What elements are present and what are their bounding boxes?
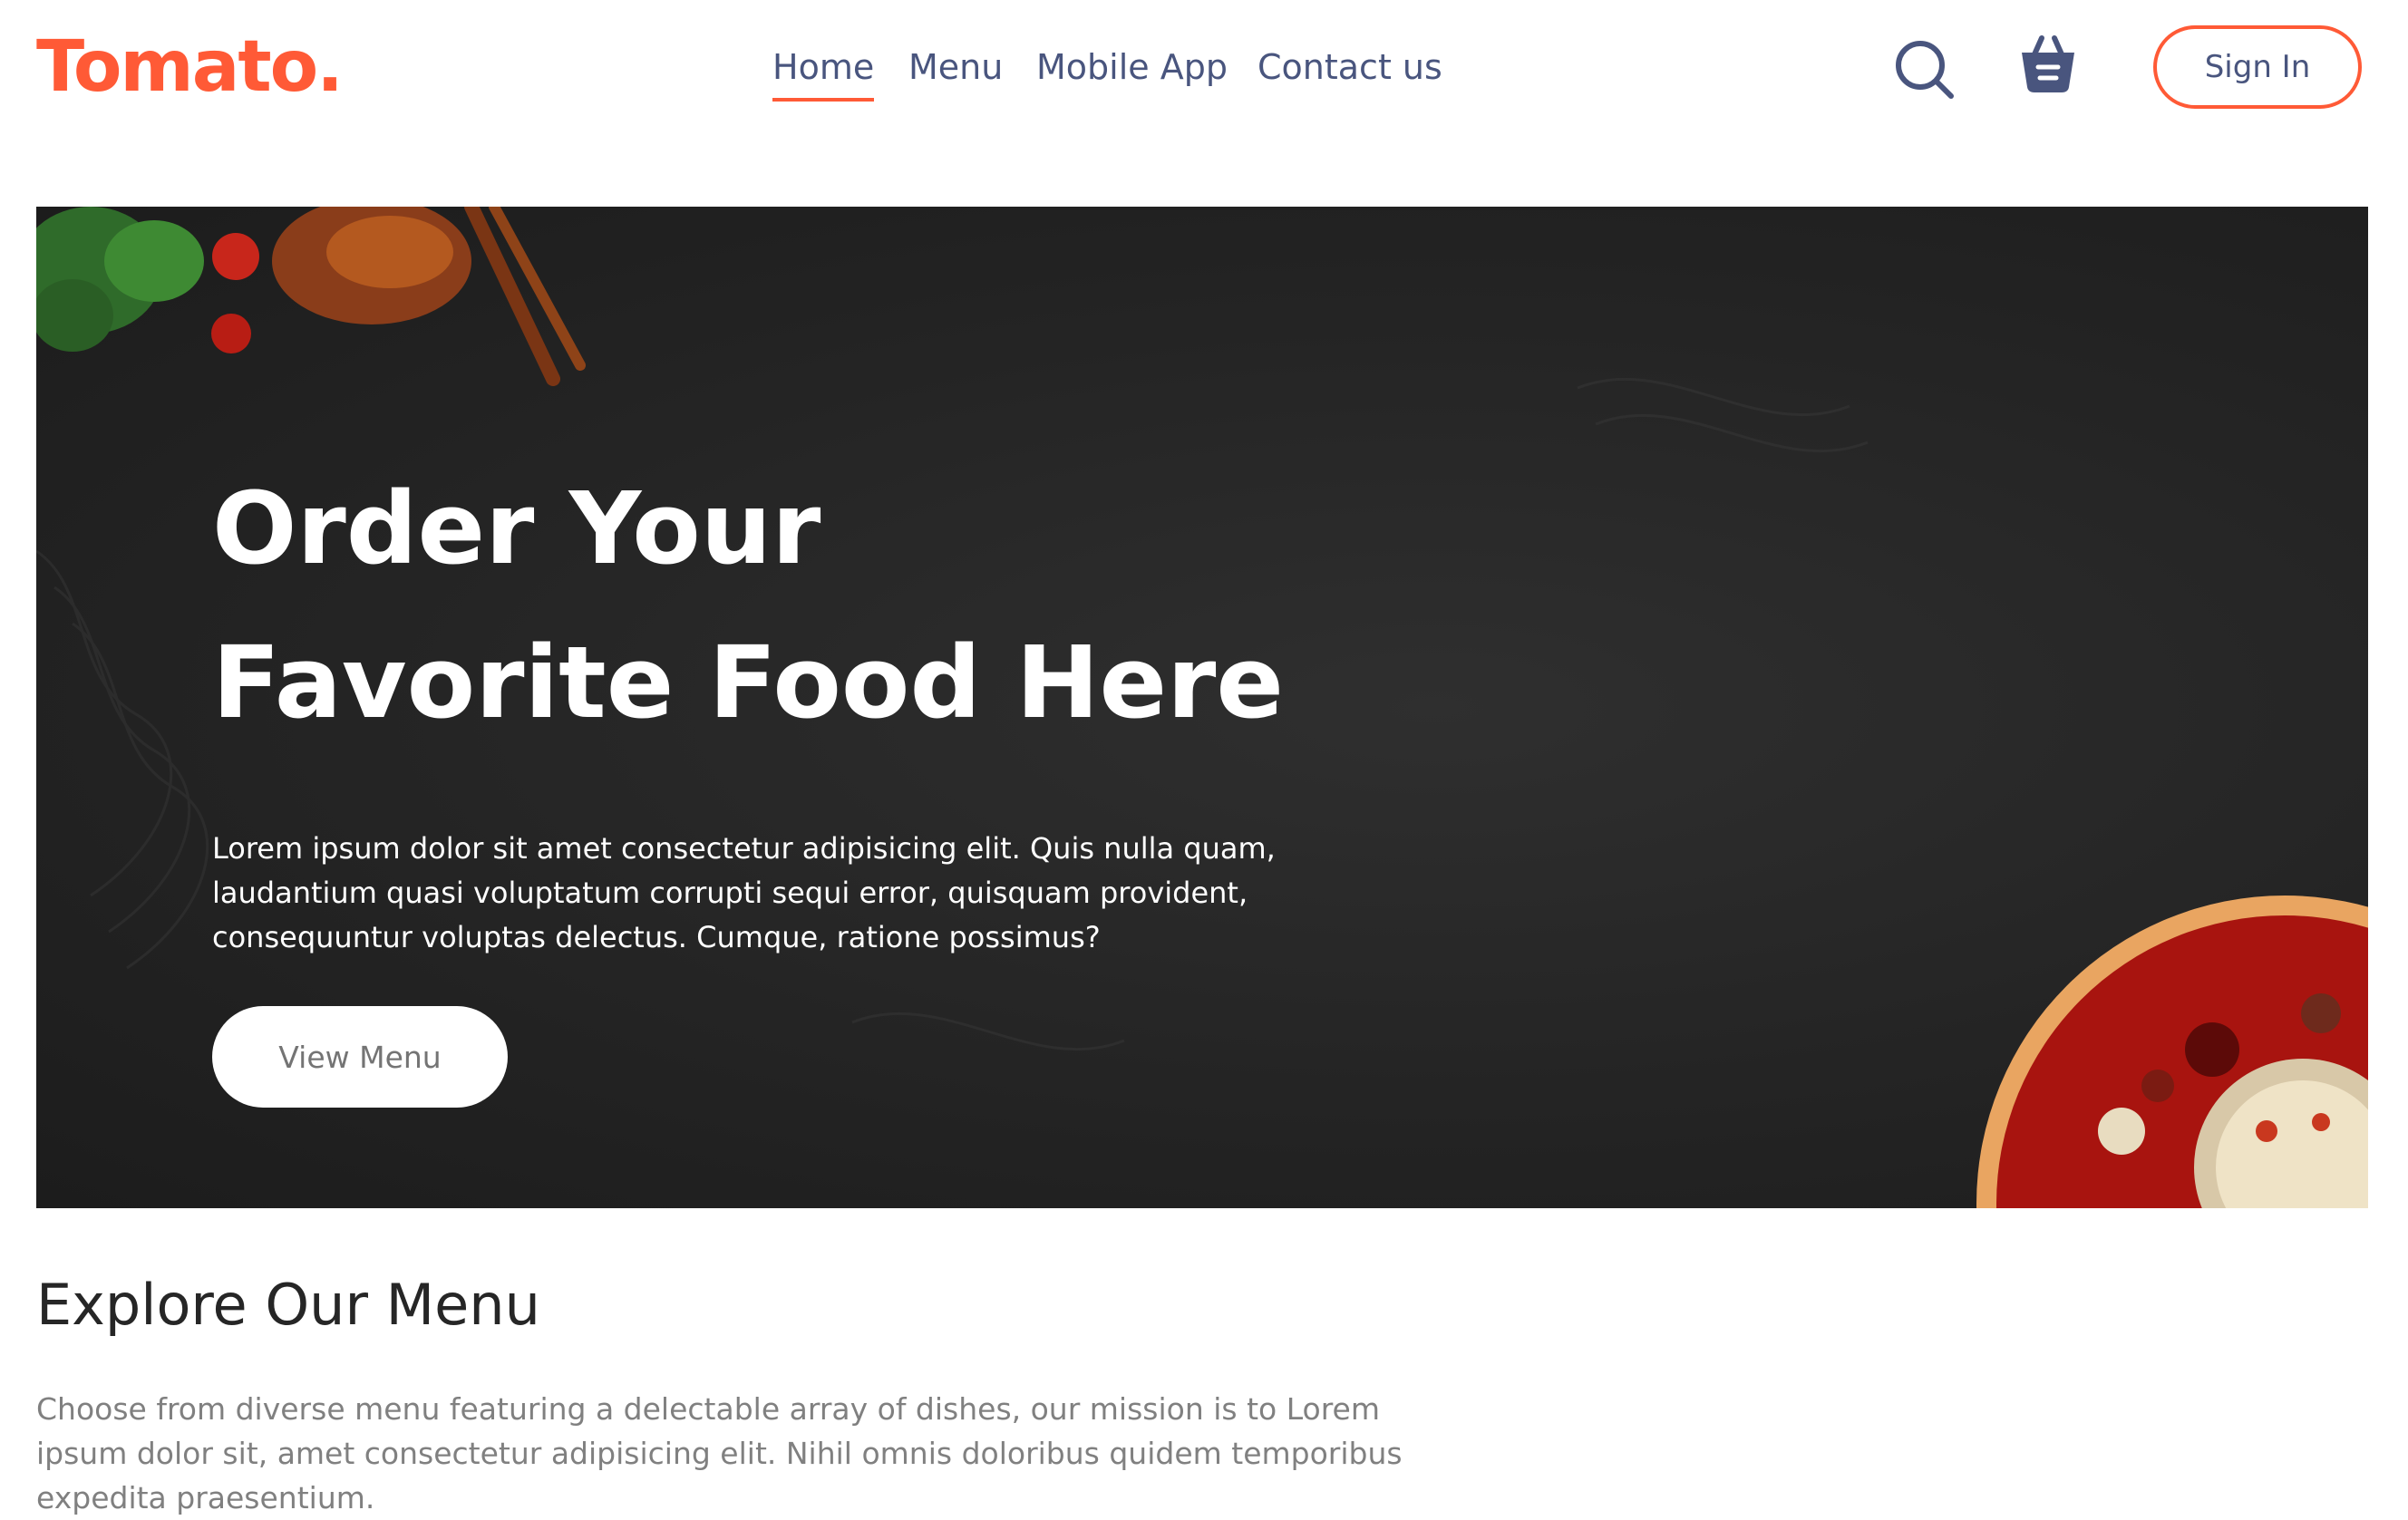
nav-contact-us[interactable]: Contact us xyxy=(1257,40,1442,94)
explore-menu-description: Choose from diverse menu featuring a del… xyxy=(36,1391,1403,1515)
hero-heading-line2: Favorite Food Here xyxy=(212,624,1285,741)
hero-heading-line1: Order Your xyxy=(212,470,821,586)
hero-heading: Order Your Favorite Food Here xyxy=(212,451,1572,760)
hero-description: Lorem ipsum dolor sit amet consectetur a… xyxy=(212,831,1276,954)
explore-menu-heading: Explore Our Menu xyxy=(36,1272,540,1338)
nav-menu[interactable]: Menu xyxy=(908,40,1003,94)
view-menu-button[interactable]: View Menu xyxy=(212,1006,508,1108)
food-decoration-topleft xyxy=(36,207,586,386)
nav-mobile-app[interactable]: Mobile App xyxy=(1036,40,1228,94)
hero-banner: Order Your Favorite Food Here Lorem ipsu… xyxy=(36,207,2368,1208)
brand-logo[interactable]: Tomato. xyxy=(36,24,344,111)
nav-home[interactable]: Home xyxy=(772,40,875,102)
basket-icon[interactable] xyxy=(2018,33,2078,96)
hotpot-bowl-image xyxy=(1976,896,2368,1208)
sign-in-button[interactable]: Sign In xyxy=(2153,25,2362,109)
search-icon[interactable] xyxy=(1895,40,1955,100)
